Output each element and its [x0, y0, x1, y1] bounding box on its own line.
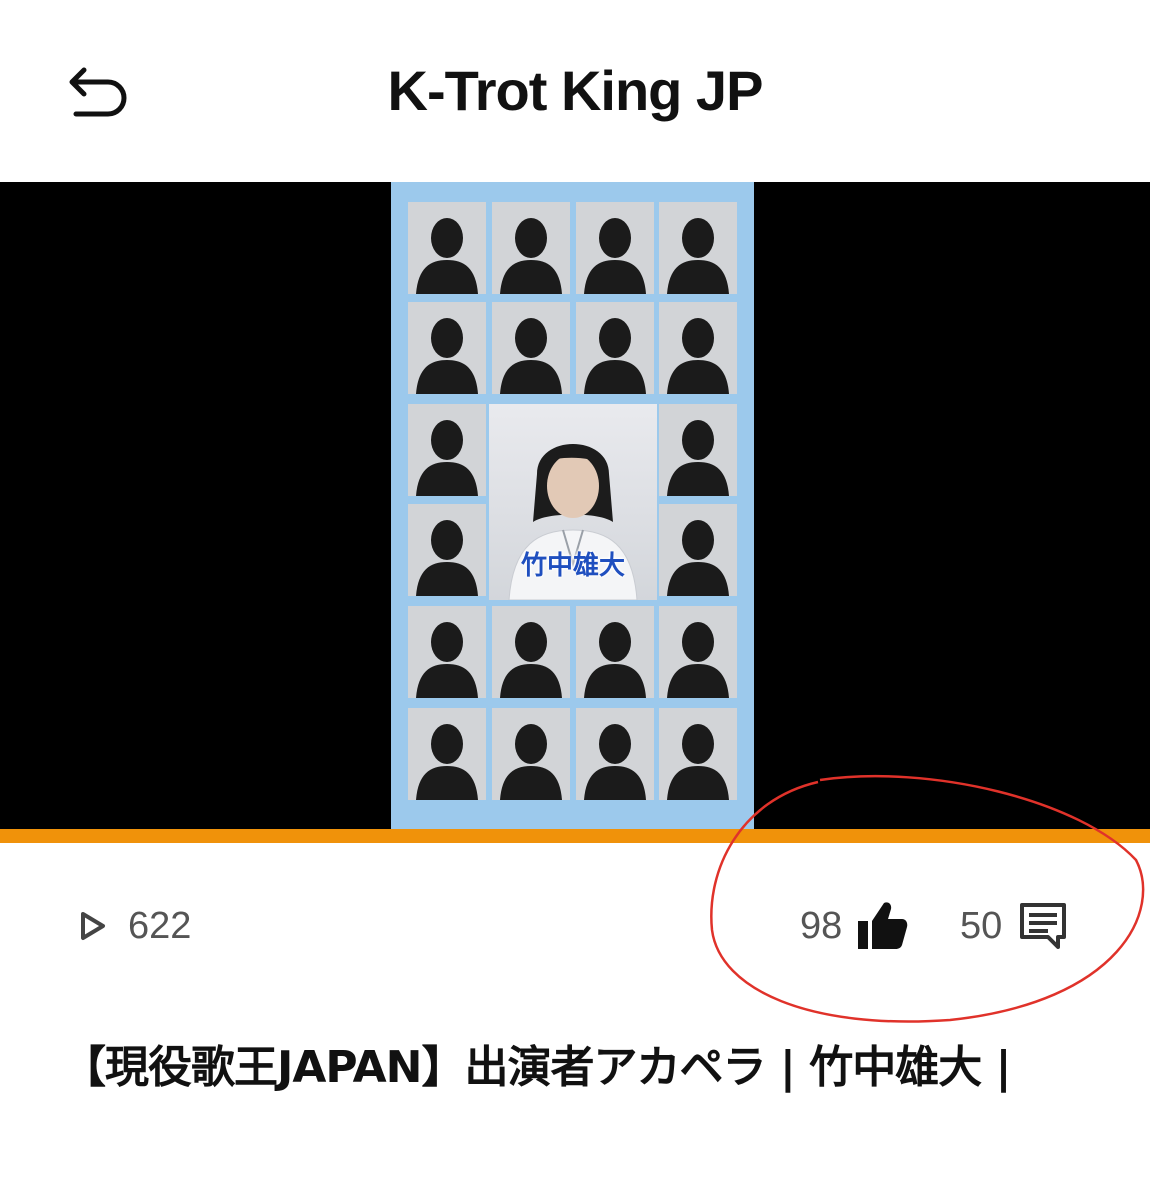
video-title: 【現役歌王JAPAN】出演者アカペラ | 竹中雄大 | — [62, 1042, 1012, 1093]
thumbs-up-icon — [858, 902, 908, 949]
view-count: 622 — [80, 902, 191, 950]
view-count-value: 622 — [128, 904, 192, 947]
video-thumbnail: 竹中雄大 — [391, 182, 754, 829]
comment-count: 50 — [960, 904, 1003, 947]
performer-name-caption: 竹中雄大 — [520, 551, 625, 581]
comment-button[interactable]: 50 — [960, 900, 1068, 952]
channel-title: K-Trot King JP — [387, 59, 764, 122]
like-count: 98 — [800, 904, 843, 947]
app-header: K-Trot King JP — [0, 0, 1150, 182]
video-player[interactable]: 竹中雄大 — [0, 182, 1150, 829]
like-button[interactable]: 98 — [800, 900, 908, 952]
comment-icon — [1020, 903, 1067, 949]
play-icon — [81, 912, 105, 940]
video-stats-row: 622 98 50 — [0, 880, 1150, 980]
playback-progress-bar[interactable] — [0, 829, 1150, 843]
featured-performer-photo: 竹中雄大 — [489, 404, 657, 600]
